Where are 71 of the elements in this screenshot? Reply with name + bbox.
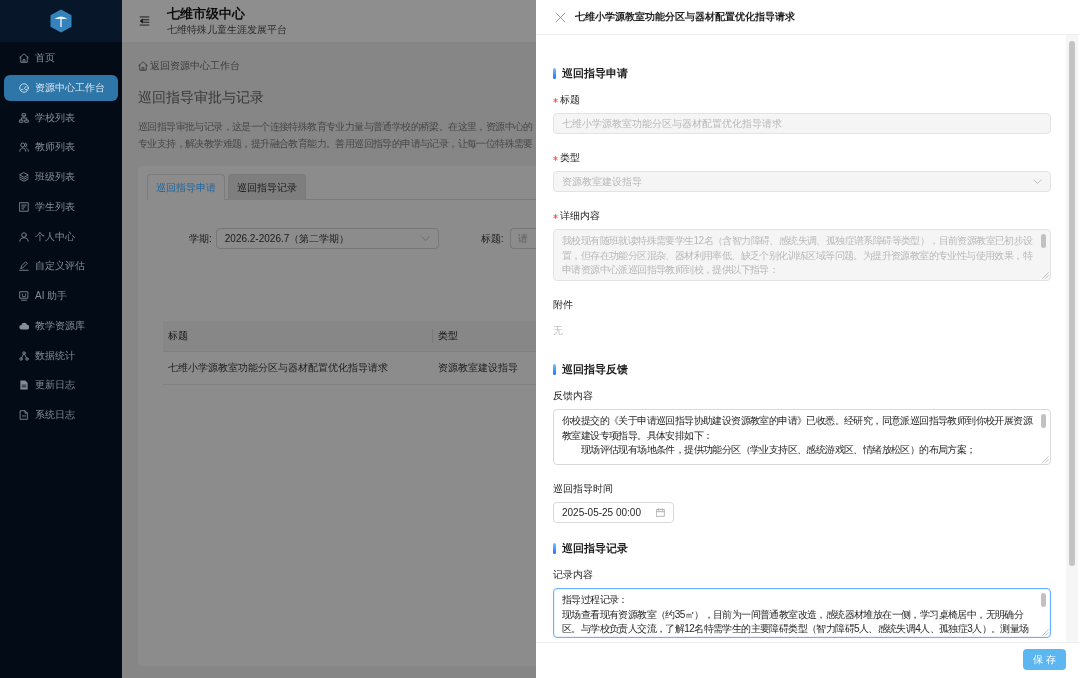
document-icon — [19, 380, 29, 391]
textarea-paragraph: 现场查看现有资源教室（约35㎡），目前为一间普通教室改造，感统器材堆放在一侧，学习桌椅居中，无明确分区。与学校负责人交流，了解12名特需学生的主要障碍类型（智力障碍5人、感统失调4人、孤独症3人）。测量场 — [562, 607, 1030, 636]
column-header: 标题 — [167, 329, 189, 343]
menu-item[interactable]: 系统日志 — [4, 402, 118, 428]
filter-label: 学期: — [189, 231, 212, 246]
section-title: 巡回指导反馈 — [562, 361, 628, 377]
date-picker[interactable]: 2025-05-25 00:00 — [553, 502, 674, 523]
field-label: 反馈内容 — [553, 390, 593, 402]
pen-icon — [19, 261, 29, 272]
resize-grip-icon[interactable] — [1042, 629, 1049, 636]
menu-item[interactable]: 自定义评估 — [4, 253, 118, 280]
menu-item[interactable]: 数据统计 — [4, 342, 118, 369]
field-label: 巡回指导时间 — [553, 483, 613, 495]
menu-item[interactable]: 学校列表 — [4, 104, 118, 131]
house-icon — [138, 61, 148, 71]
menu-item[interactable]: 首页 — [4, 45, 118, 71]
people-icon — [19, 142, 29, 153]
menu-fold-icon[interactable] — [139, 16, 150, 26]
menu-item[interactable]: 更新日志 — [4, 372, 118, 399]
tab[interactable]: 巡回指导记录 — [228, 174, 306, 200]
textarea-paragraph: 指导过程记录： — [562, 593, 629, 607]
filter-label: 标题: — [480, 231, 504, 246]
app-subtitle: 七维特殊儿童生涯发展平台 — [167, 24, 287, 36]
textarea-paragraph: 现场评估现有场地条件，提供功能分区（学业支持区、感统游戏区、情绪放松区）的布局方案； — [579, 443, 977, 457]
field-label: 附件 — [553, 299, 573, 311]
gauge-icon — [19, 82, 29, 93]
document-icon — [19, 410, 29, 420]
menu-item[interactable]: 资源中心工作台 — [4, 74, 118, 101]
logo-icon — [50, 9, 72, 33]
house-icon — [19, 53, 29, 63]
table-row[interactable]: 七维小学源教室功能分区与器材配置优化指导请求 资源教室建设指导 — [163, 352, 536, 385]
menu-item[interactable]: 教学资源库 — [4, 312, 118, 339]
textarea-field[interactable]: 指导过程记录： 现场查看现有资源教室（约35㎡），目前为一间普通教室改造，感统器材堆放在一侧，学习桌椅居中，无明确分区。与学校负责人交流，了解12名特需学生的主要障碍类型（智力障碍5人、感统失调4人、孤独症3人）。测量场 — [553, 588, 1051, 638]
close-icon[interactable] — [555, 11, 566, 23]
drawer-title: 七维小学源教室功能分区与器材配置优化指导请求 — [575, 10, 795, 24]
section-bar-icon — [553, 67, 556, 79]
robot-icon — [19, 291, 29, 301]
menu-item[interactable]: 教师列表 — [4, 134, 118, 161]
scrollbar-thumb[interactable] — [1041, 414, 1046, 428]
menu-item[interactable]: 班级列表 — [4, 164, 118, 190]
cloud-icon — [19, 320, 29, 331]
resize-grip-icon[interactable] — [1042, 456, 1049, 463]
scrollbar-thumb[interactable] — [1069, 41, 1075, 566]
field-label: 详细内容 — [560, 210, 600, 222]
field-value: 无 — [553, 324, 563, 338]
textarea-paragraph: 你校提交的《关于申请巡回指导协助建设资源教室的申请》已收悉。经研究，同意派巡回指导教师到你校开展资源教室建设专项指导。具体安排如下： — [562, 414, 1034, 443]
layers-icon — [19, 172, 29, 182]
menu-item[interactable]: 学生列表 — [4, 193, 118, 220]
sitemap-icon — [19, 112, 29, 123]
card-icon — [19, 201, 29, 212]
section-title: 巡回指导申请 — [562, 65, 628, 81]
nodes-icon — [19, 350, 29, 361]
calendar-icon — [656, 508, 665, 517]
chevron-down-icon — [1033, 177, 1042, 186]
scrollbar-thumb[interactable] — [1041, 593, 1046, 607]
app-title: 七维市级中心 — [167, 6, 245, 22]
semester-select[interactable]: 2026.2-2026.7（第二学期） — [215, 228, 439, 249]
field-label: 记录内容 — [553, 569, 593, 581]
menu-item[interactable]: 个人中心 — [4, 223, 118, 250]
menu-item[interactable]: AI 助手 — [4, 283, 118, 309]
section-bar-icon — [553, 363, 556, 375]
person-icon — [19, 231, 29, 242]
section-bar-icon — [553, 542, 556, 554]
textarea-field[interactable]: 你校提交的《关于申请巡回指导协助建设资源教室的申请》已收悉。经研究，同意派巡回指导教师到你校开展资源教室建设专项指导。具体安排如下： 现场评估现有场地条件，提供功能分区（学业支持区、感统游戏区、情绪放松区）的布局方案； — [553, 409, 1051, 465]
field-label: 类型 — [560, 152, 580, 164]
field-label: 标题 — [560, 94, 580, 106]
page-title: 巡回指导审批与记录 — [138, 89, 264, 105]
chevron-down-icon — [420, 234, 430, 243]
table-cell-text: 七维小学源教室功能分区与器材配置优化指导请求 — [167, 361, 389, 375]
table-cell-text: 资源教室建设指导 — [437, 361, 519, 375]
section-title: 巡回指导记录 — [562, 540, 628, 556]
